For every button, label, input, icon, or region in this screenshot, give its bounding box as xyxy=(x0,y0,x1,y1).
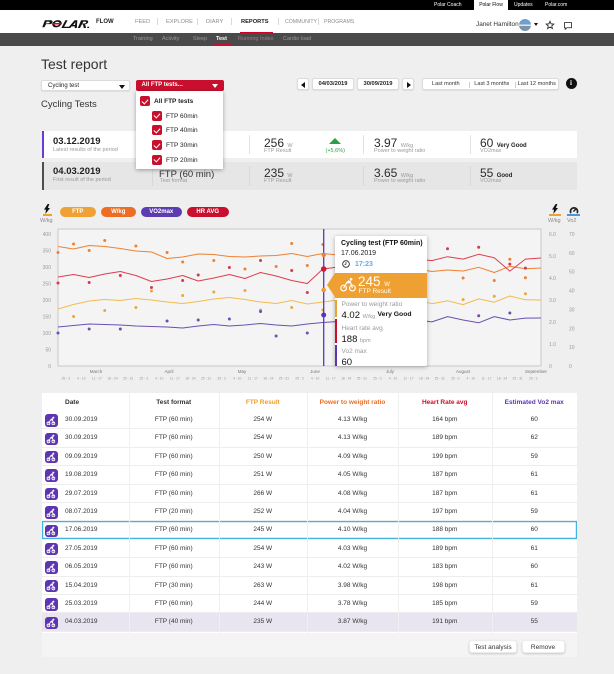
svg-text:25 - 31: 25 - 31 xyxy=(512,377,522,381)
svg-text:10: 10 xyxy=(569,345,575,351)
svg-text:April: April xyxy=(164,369,173,374)
svg-text:30: 30 xyxy=(569,307,575,313)
svg-text:70: 70 xyxy=(569,232,575,238)
svg-text:1.0: 1.0 xyxy=(549,342,556,348)
svg-text:11 - 17: 11 - 17 xyxy=(92,377,102,381)
svg-text:4.0: 4.0 xyxy=(549,276,556,282)
svg-text:25 - 3: 25 - 3 xyxy=(373,377,382,381)
svg-text:11 - 17: 11 - 17 xyxy=(248,377,258,381)
svg-text:11 - 17: 11 - 17 xyxy=(481,377,491,381)
svg-text:May: May xyxy=(238,369,247,374)
svg-text:11 - 17: 11 - 17 xyxy=(326,377,336,381)
svg-text:July: July xyxy=(386,369,395,374)
svg-text:60: 60 xyxy=(569,251,575,257)
svg-text:50: 50 xyxy=(45,348,51,354)
svg-text:18 - 24: 18 - 24 xyxy=(263,377,273,381)
svg-text:300: 300 xyxy=(43,265,52,271)
svg-text:0: 0 xyxy=(569,364,572,370)
svg-text:6.0: 6.0 xyxy=(549,232,556,238)
svg-text:18 - 24: 18 - 24 xyxy=(185,377,195,381)
svg-text:25 - 31: 25 - 31 xyxy=(435,377,445,381)
svg-text:September: September xyxy=(525,369,548,374)
svg-text:200: 200 xyxy=(43,298,52,304)
svg-text:0: 0 xyxy=(48,364,51,370)
svg-text:25 - 31: 25 - 31 xyxy=(123,377,133,381)
svg-text:25 - 3: 25 - 3 xyxy=(217,377,226,381)
svg-text:25 - 3: 25 - 3 xyxy=(62,377,71,381)
svg-text:4 - 10: 4 - 10 xyxy=(389,377,398,381)
svg-text:100: 100 xyxy=(43,331,52,337)
svg-text:3.0: 3.0 xyxy=(549,298,556,304)
svg-text:18 - 24: 18 - 24 xyxy=(497,377,507,381)
svg-text:March: March xyxy=(90,369,103,374)
svg-text:250: 250 xyxy=(43,282,52,288)
svg-text:25 - 3: 25 - 3 xyxy=(295,377,304,381)
svg-text:11 - 17: 11 - 17 xyxy=(170,377,180,381)
svg-text:4 - 10: 4 - 10 xyxy=(77,377,86,381)
svg-text:August: August xyxy=(456,369,471,374)
svg-text:25 - 3: 25 - 3 xyxy=(529,377,538,381)
svg-text:20: 20 xyxy=(569,326,575,332)
svg-text:4 - 10: 4 - 10 xyxy=(467,377,476,381)
svg-text:4 - 10: 4 - 10 xyxy=(233,377,242,381)
svg-text:11 - 17: 11 - 17 xyxy=(404,377,414,381)
svg-text:25 - 31: 25 - 31 xyxy=(201,377,211,381)
svg-text:50: 50 xyxy=(569,270,575,276)
svg-text:25 - 3: 25 - 3 xyxy=(139,377,148,381)
svg-text:18 - 24: 18 - 24 xyxy=(107,377,117,381)
svg-text:40: 40 xyxy=(569,289,575,295)
svg-text:18 - 24: 18 - 24 xyxy=(419,377,429,381)
svg-text:400: 400 xyxy=(43,232,52,238)
svg-text:150: 150 xyxy=(43,315,52,321)
svg-text:2.0: 2.0 xyxy=(549,320,556,326)
svg-text:4 - 10: 4 - 10 xyxy=(311,377,320,381)
svg-text:25 - 31: 25 - 31 xyxy=(279,377,289,381)
svg-text:June: June xyxy=(310,369,320,374)
svg-text:18 - 24: 18 - 24 xyxy=(341,377,351,381)
svg-text:0: 0 xyxy=(549,364,552,370)
svg-text:5.0: 5.0 xyxy=(549,254,556,260)
svg-text:350: 350 xyxy=(43,249,52,255)
svg-text:25 - 31: 25 - 31 xyxy=(357,377,367,381)
svg-text:25 - 3: 25 - 3 xyxy=(451,377,460,381)
svg-text:4 - 10: 4 - 10 xyxy=(155,377,164,381)
